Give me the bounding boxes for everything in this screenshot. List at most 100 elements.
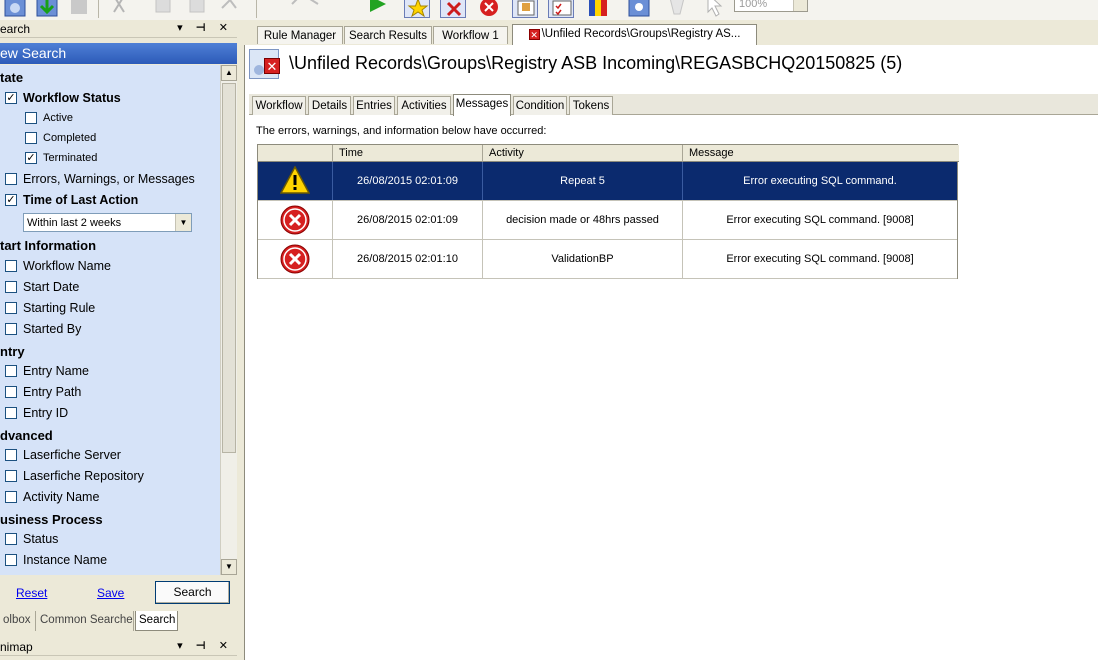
zoom-select[interactable]: 100%: [734, 0, 808, 12]
errors-checkbox[interactable]: [5, 173, 17, 185]
messages-table: Time Activity Message 26/08/2015 02:01:0…: [257, 144, 959, 279]
document-view: ✕ \Unfiled Records\Groups\Registry ASB I…: [244, 45, 1098, 660]
panel-controls[interactable]: ▾ ⊣ ✕: [177, 21, 233, 34]
tab-condition[interactable]: Condition: [513, 96, 567, 115]
properties-icon[interactable]: [512, 0, 538, 18]
active-checkbox[interactable]: [25, 112, 37, 124]
row-message: Error executing SQL command.: [743, 175, 897, 187]
download-icon[interactable]: [34, 0, 60, 18]
favorite-star-icon[interactable]: [404, 0, 430, 18]
workflow-icon[interactable]: [2, 0, 28, 18]
tab-unfiled-records[interactable]: ✕ \Unfiled Records\Groups\Registry AS...: [512, 24, 757, 45]
workflow-status-label: Workflow Status: [23, 91, 121, 105]
settings-icon[interactable]: [626, 0, 652, 18]
page-title: \Unfiled Records\Groups\Registry ASB Inc…: [289, 53, 903, 73]
activity-name-checkbox[interactable]: [5, 491, 17, 503]
laserfiche-server-label: Laserfiche Server: [23, 448, 121, 462]
scroll-down-icon[interactable]: ▼: [221, 559, 237, 575]
workflow-error-icon: ✕: [249, 49, 280, 79]
run-icon[interactable]: [364, 0, 390, 18]
minimap-panel-header: nimap ▾ ⊣ ✕: [0, 638, 237, 656]
section-advanced: dvanced: [0, 428, 53, 443]
color-bars-icon[interactable]: [586, 0, 612, 18]
section-business-process: usiness Process: [0, 512, 103, 527]
entry-name-checkbox[interactable]: [5, 365, 17, 377]
tab-details[interactable]: Details: [308, 96, 351, 115]
scroll-up-icon[interactable]: ▲: [221, 65, 237, 81]
tab-tokens[interactable]: Tokens: [569, 96, 613, 115]
instance-name-checkbox[interactable]: [5, 554, 17, 566]
tab-activities[interactable]: Activities: [397, 96, 451, 115]
column-header-message[interactable]: Message: [683, 145, 959, 162]
disabled-tool-icon: [66, 0, 92, 18]
chevron-down-icon[interactable]: [793, 0, 807, 11]
reset-link[interactable]: Reset: [16, 586, 47, 600]
row-type-cell: [258, 162, 333, 200]
section-start-information: tart Information: [0, 238, 97, 253]
tab-rule-manager[interactable]: Rule Manager: [257, 26, 343, 44]
starting-rule-checkbox[interactable]: [5, 302, 17, 314]
paste-icon: [184, 0, 210, 18]
table-row[interactable]: 26/08/2015 02:01:10 ValidationBP Error e…: [258, 240, 957, 279]
cut-icon: [106, 0, 132, 18]
minimap-title: nimap: [0, 640, 33, 654]
tab-entries[interactable]: Entries: [353, 96, 395, 115]
tab-messages[interactable]: Messages: [453, 94, 511, 116]
start-date-checkbox[interactable]: [5, 281, 17, 293]
new-search-header: ew Search: [0, 43, 237, 64]
entry-name-label: Entry Name: [23, 364, 89, 378]
column-header-activity[interactable]: Activity: [483, 145, 683, 162]
save-link[interactable]: Save: [97, 586, 124, 600]
entry-path-label: Entry Path: [23, 385, 82, 399]
started-by-label: Started By: [23, 322, 82, 336]
status-checkbox[interactable]: [5, 533, 17, 545]
table-row[interactable]: 26/08/2015 02:01:09 Repeat 5 Error execu…: [258, 162, 957, 201]
row-type-cell: [258, 201, 333, 239]
search-criteria-list: tate ✓ Workflow Status Active Completed …: [0, 65, 220, 575]
workflow-status-checkbox[interactable]: ✓: [5, 92, 17, 104]
column-header-type[interactable]: [258, 145, 333, 162]
panel-controls[interactable]: ▾ ⊣ ✕: [177, 639, 233, 652]
zoom-value: 100%: [739, 0, 768, 10]
row-type-cell: [258, 240, 333, 278]
workflow-name-checkbox[interactable]: [5, 260, 17, 272]
column-header-time[interactable]: Time: [333, 145, 483, 162]
time-of-last-action-label: Time of Last Action: [23, 193, 139, 207]
main-toolbar: 100%: [0, 0, 1098, 20]
row-time: 26/08/2015 02:01:09: [333, 162, 483, 200]
time-range-select[interactable]: Within last 2 weeks ▼: [23, 213, 192, 232]
scroll-thumb[interactable]: [222, 83, 236, 453]
hand-icon: [664, 0, 690, 18]
terminated-checkbox[interactable]: ✓: [25, 152, 37, 164]
delete-icon[interactable]: [440, 0, 466, 18]
laserfiche-server-checkbox[interactable]: [5, 449, 17, 461]
row-activity: ValidationBP: [483, 240, 683, 278]
entry-id-label: Entry ID: [23, 406, 69, 420]
completed-checkbox[interactable]: [25, 132, 37, 144]
starting-rule-label: Starting Rule: [23, 301, 96, 315]
entry-path-checkbox[interactable]: [5, 386, 17, 398]
table-row[interactable]: 26/08/2015 02:01:09 decision made or 48h…: [258, 201, 957, 240]
left-pane: earch ▾ ⊣ ✕ ew Search tate ✓ Workflow St…: [0, 20, 240, 660]
criteria-scrollbar[interactable]: ▲ ▼: [220, 65, 237, 575]
entry-id-checkbox[interactable]: [5, 407, 17, 419]
tab-toolbox[interactable]: olbox: [0, 611, 36, 631]
search-actions: Reset Save Search: [0, 575, 237, 611]
search-button[interactable]: Search: [155, 581, 230, 604]
laserfiche-repository-checkbox[interactable]: [5, 470, 17, 482]
chevron-down-icon[interactable]: ▼: [175, 214, 191, 231]
started-by-checkbox[interactable]: [5, 323, 17, 335]
tab-workflow[interactable]: Workflow: [252, 96, 306, 115]
tab-search-results[interactable]: Search Results: [344, 26, 432, 44]
stop-icon[interactable]: [476, 0, 502, 18]
warning-icon: [280, 166, 310, 194]
tab-search[interactable]: Search: [135, 611, 178, 631]
tab-workflow-1[interactable]: Workflow 1: [433, 26, 508, 44]
row-activity: Repeat 5: [483, 162, 683, 200]
pointer-icon: [700, 0, 726, 18]
close-icon[interactable]: ✕: [528, 29, 540, 40]
checklist-icon[interactable]: [548, 0, 574, 18]
tab-common-searches[interactable]: Common Searches: [37, 611, 134, 631]
time-of-last-action-checkbox[interactable]: ✓: [5, 194, 17, 206]
start-date-label: Start Date: [23, 280, 80, 294]
